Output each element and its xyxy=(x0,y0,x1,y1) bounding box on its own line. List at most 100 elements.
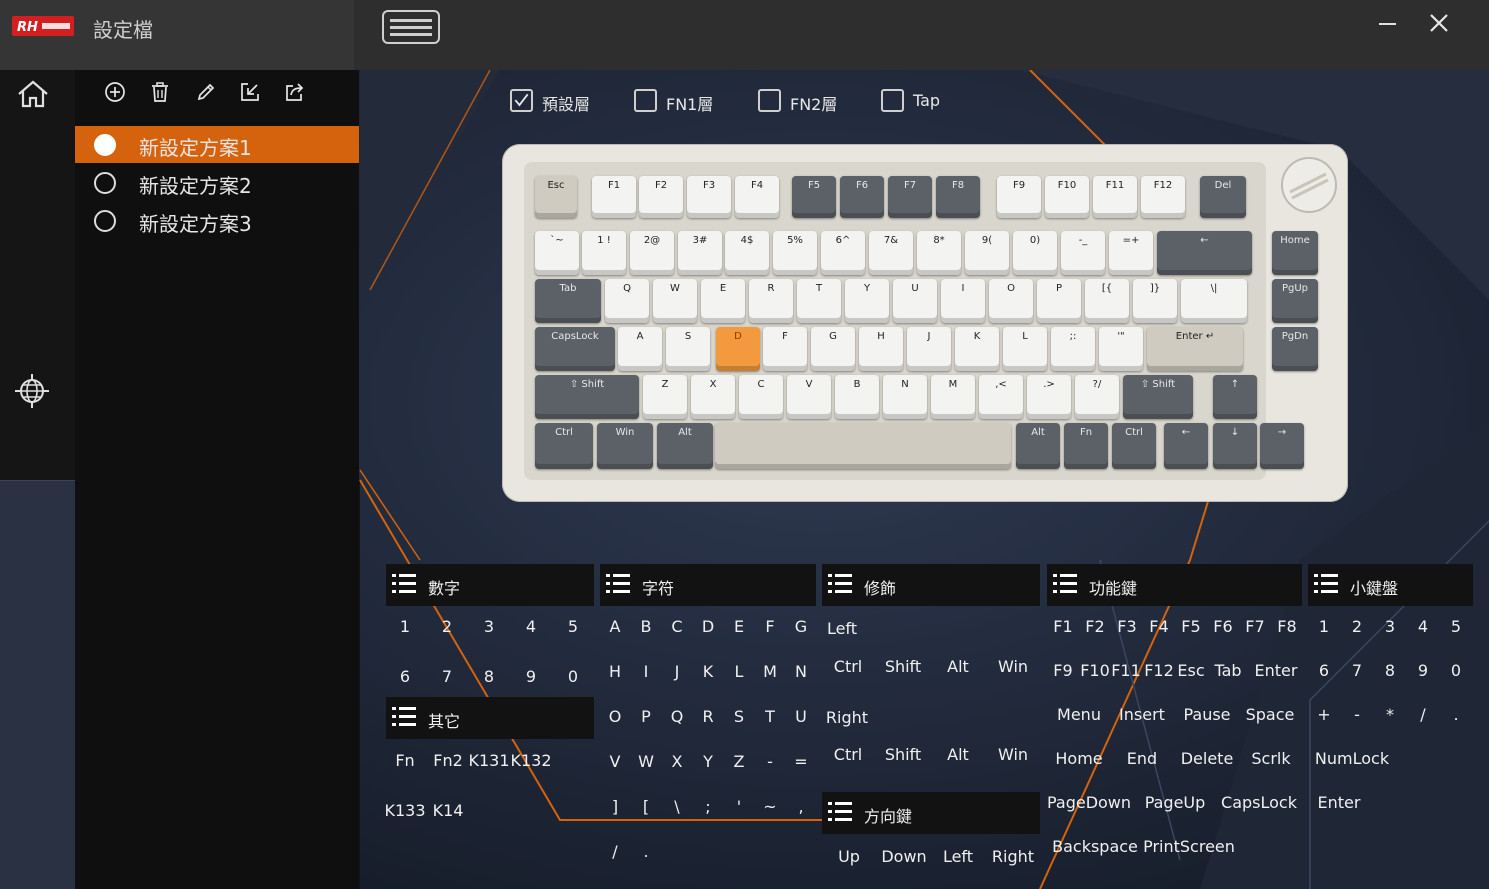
palette-key[interactable]: 9 xyxy=(526,667,536,686)
palette-key[interactable]: 4 xyxy=(526,617,536,636)
profile-item[interactable]: 新設定方案3 xyxy=(75,202,359,239)
key-Win[interactable]: Win xyxy=(597,423,653,469)
key-8*[interactable]: 8* xyxy=(917,231,961,275)
palette-key[interactable]: 6 xyxy=(1319,661,1329,680)
palette-key[interactable]: PrintScreen xyxy=(1143,837,1235,856)
palette-header[interactable]: 其它 xyxy=(386,697,594,739)
key-F12[interactable]: F12 xyxy=(1141,176,1185,218)
key-Del[interactable]: Del xyxy=(1200,176,1246,218)
palette-key[interactable]: G xyxy=(795,617,807,636)
palette-key[interactable]: F11 xyxy=(1111,661,1141,680)
palette-key[interactable]: 9 xyxy=(1418,661,1428,680)
palette-key[interactable]: PageUp xyxy=(1145,793,1206,812)
palette-key[interactable]: F9 xyxy=(1053,661,1072,680)
key-PgDn[interactable]: PgDn xyxy=(1272,327,1318,371)
palette-key[interactable]: ] xyxy=(612,797,618,816)
checkbox-icon[interactable] xyxy=(634,89,657,112)
palette-key[interactable]: F4 xyxy=(1149,617,1168,636)
palette-key[interactable]: 5 xyxy=(1451,617,1461,636)
key-Esc[interactable]: Esc xyxy=(535,176,577,218)
key-E[interactable]: E xyxy=(701,279,745,323)
palette-key[interactable]: E xyxy=(734,617,744,636)
palette-key[interactable]: K xyxy=(703,662,714,681)
key-F[interactable]: F xyxy=(763,327,807,371)
key-[{[interactable]: [{ xyxy=(1085,279,1129,323)
key-J[interactable]: J xyxy=(907,327,951,371)
key-F3[interactable]: F3 xyxy=(687,176,731,218)
palette-key[interactable]: N xyxy=(795,662,807,681)
key-4$[interactable]: 4$ xyxy=(725,231,769,275)
palette-key[interactable]: F7 xyxy=(1245,617,1264,636)
key-⇧-Shift[interactable]: ⇧ Shift xyxy=(535,375,639,419)
key-F9[interactable]: F9 xyxy=(997,176,1041,218)
import-icon[interactable] xyxy=(239,81,261,103)
key-S[interactable]: S xyxy=(666,327,710,371)
palette-key[interactable]: . xyxy=(1453,705,1458,724)
palette-key[interactable]: O xyxy=(609,707,622,726)
key-C[interactable]: C xyxy=(739,375,783,419)
palette-key[interactable]: I xyxy=(644,662,649,681)
key-←[interactable]: ← xyxy=(1157,231,1252,275)
key-V[interactable]: V xyxy=(787,375,831,419)
close-icon[interactable] xyxy=(1424,8,1454,38)
key-H[interactable]: H xyxy=(859,327,903,371)
key-F5[interactable]: F5 xyxy=(792,176,836,218)
palette-header[interactable]: 小鍵盤 xyxy=(1308,564,1473,606)
palette-key[interactable]: F1 xyxy=(1053,617,1072,636)
key-Alt[interactable]: Alt xyxy=(657,423,713,469)
keyboard-icon[interactable] xyxy=(382,10,440,44)
palette-key[interactable]: Pause xyxy=(1183,705,1230,724)
palette-header[interactable]: 修飾 xyxy=(822,564,1040,606)
palette-key[interactable]: Down xyxy=(881,847,926,866)
key-Tab[interactable]: Tab xyxy=(535,279,601,323)
key-Enter-↵[interactable]: Enter ↵ xyxy=(1147,327,1243,371)
key-G[interactable]: G xyxy=(811,327,855,371)
palette-key[interactable]: R xyxy=(702,707,713,726)
palette-key[interactable]: Menu xyxy=(1057,705,1101,724)
key-Alt[interactable]: Alt xyxy=(1016,423,1060,469)
palette-key[interactable]: CapsLock xyxy=(1221,793,1297,812)
palette-key[interactable]: K132 xyxy=(510,751,551,770)
palette-key[interactable]: 1 xyxy=(400,617,410,636)
palette-key[interactable]: 2 xyxy=(1352,617,1362,636)
palette-key[interactable]: 5 xyxy=(568,617,578,636)
palette-key[interactable]: B xyxy=(641,617,652,636)
palette-key[interactable]: P xyxy=(641,707,651,726)
palette-key[interactable]: . xyxy=(643,842,648,861)
checkbox-icon[interactable] xyxy=(758,89,781,112)
key-O[interactable]: O xyxy=(989,279,1033,323)
palette-key[interactable]: Up xyxy=(838,847,860,866)
palette-key[interactable]: NumLock xyxy=(1315,749,1389,768)
key-9([interactable]: 9( xyxy=(965,231,1009,275)
checkbox-icon[interactable] xyxy=(881,89,904,112)
pencil-icon[interactable] xyxy=(195,81,217,103)
palette-key[interactable]: Home xyxy=(1055,749,1102,768)
key-F11[interactable]: F11 xyxy=(1093,176,1137,218)
key-2@[interactable]: 2@ xyxy=(630,231,674,275)
key-'"[interactable]: '" xyxy=(1099,327,1143,371)
palette-key[interactable]: Alt xyxy=(947,657,969,676)
palette-key[interactable]: Z xyxy=(734,752,745,771)
palette-key[interactable]: Shift xyxy=(885,745,921,764)
palette-key[interactable]: V xyxy=(610,752,621,771)
key-↓[interactable]: ↓ xyxy=(1213,423,1257,469)
radio-selected-icon[interactable] xyxy=(94,134,116,156)
key-P[interactable]: P xyxy=(1037,279,1081,323)
minimize-icon[interactable] xyxy=(1376,12,1400,36)
palette-key[interactable]: Enter xyxy=(1255,661,1298,680)
profile-item[interactable]: 新設定方案1 xyxy=(75,126,359,163)
palette-key[interactable]: 3 xyxy=(1385,617,1395,636)
palette-key[interactable]: [ xyxy=(643,797,649,816)
key-←[interactable]: ← xyxy=(1164,423,1208,469)
key-K[interactable]: K xyxy=(955,327,999,371)
palette-key[interactable]: F6 xyxy=(1213,617,1232,636)
key-0)[interactable]: 0) xyxy=(1013,231,1057,275)
trash-icon[interactable] xyxy=(149,81,171,103)
key-\|[interactable]: \| xyxy=(1181,279,1247,323)
key-space[interactable] xyxy=(715,423,1011,469)
palette-key[interactable]: K131 xyxy=(468,751,509,770)
palette-key[interactable]: PageDown xyxy=(1047,793,1131,812)
palette-key[interactable]: Q xyxy=(671,707,684,726)
key-5%[interactable]: 5% xyxy=(773,231,817,275)
key-Fn[interactable]: Fn xyxy=(1064,423,1108,469)
